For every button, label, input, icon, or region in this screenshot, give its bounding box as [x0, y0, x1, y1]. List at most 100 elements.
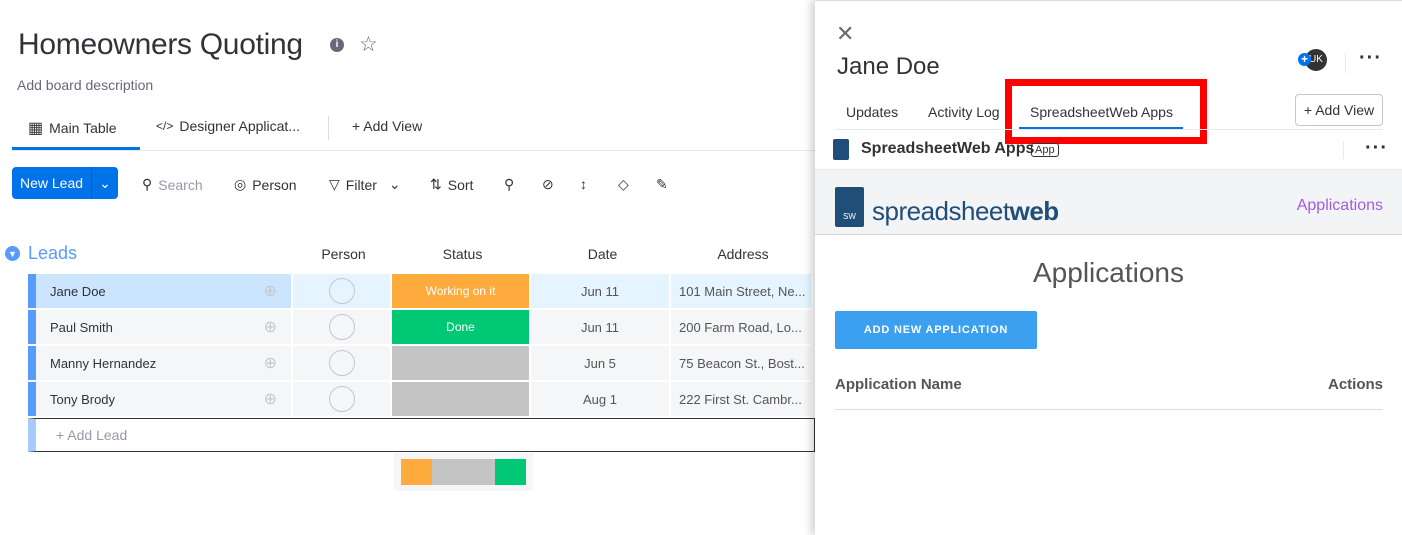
add-new-application-button[interactable]: ADD NEW APPLICATION — [835, 311, 1037, 349]
chevron-down-icon[interactable]: ⌄ — [92, 175, 118, 192]
person-cell[interactable] — [293, 274, 392, 308]
status-cell[interactable]: Done — [392, 310, 531, 344]
status-summary — [394, 453, 533, 491]
row-color-bar — [28, 346, 36, 380]
app-header: SW spreadsheetweb Applications — [815, 169, 1402, 235]
divider — [835, 409, 1383, 410]
table-row[interactable]: Jane Doe ⊕ Working on it Jun 11 101 Main … — [28, 274, 815, 308]
hide-icon[interactable]: ⊘ — [542, 176, 554, 193]
row-color-bar — [28, 274, 36, 308]
person-avatar-icon — [328, 350, 355, 376]
date-cell[interactable]: Jun 11 — [531, 310, 671, 344]
edit-icon[interactable]: ✎ — [656, 176, 668, 193]
column-header-address[interactable]: Address — [673, 246, 813, 262]
date-cell[interactable]: Jun 11 — [531, 274, 671, 308]
search-input[interactable]: ⚲ Search — [142, 176, 203, 193]
address-cell[interactable]: 75 Beacon St., Bost... — [671, 346, 813, 380]
add-view-button[interactable]: + Add View — [1295, 94, 1383, 126]
add-update-icon[interactable]: ⊕ — [264, 317, 277, 337]
row-color-bar — [28, 382, 36, 416]
applications-link[interactable]: Applications — [1297, 197, 1383, 215]
name-cell[interactable]: Tony Brody ⊕ — [36, 382, 293, 416]
collapse-icon[interactable]: ▼ — [5, 246, 20, 261]
divider — [1345, 53, 1346, 73]
table-row[interactable]: Paul Smith ⊕ Done Jun 11 200 Farm Road, L… — [28, 310, 815, 344]
column-header-status[interactable]: Status — [393, 246, 532, 262]
table-row[interactable]: Tony Brody ⊕ Aug 1 222 First St. Cambr... — [28, 382, 815, 416]
sort-button[interactable]: ⇅ Sort — [430, 176, 473, 193]
divider — [835, 129, 1383, 130]
date-cell[interactable]: Jun 5 — [531, 346, 671, 380]
spreadsheetweb-logo-icon: SW — [835, 187, 864, 227]
add-update-icon[interactable]: ⊕ — [264, 353, 277, 373]
app-name: SpreadsheetWeb Apps — [861, 140, 1035, 157]
color-fill-icon[interactable]: ◇ — [618, 176, 629, 193]
date-cell[interactable]: Aug 1 — [531, 382, 671, 416]
tab-designer[interactable]: </> Designer Applicat... — [156, 118, 300, 134]
address-cell[interactable]: 222 First St. Cambr... — [671, 382, 813, 416]
spreadsheetweb-logo: spreadsheetweb — [872, 196, 1059, 226]
name-cell[interactable]: Jane Doe ⊕ — [36, 274, 293, 308]
person-cell[interactable] — [293, 346, 392, 380]
status-summary-segment — [494, 459, 526, 485]
app-more-icon[interactable]: ··· — [1365, 137, 1388, 160]
name-cell[interactable]: Paul Smith ⊕ — [36, 310, 293, 344]
add-update-icon[interactable]: ⊕ — [264, 281, 277, 301]
applications-heading: Applications — [1033, 257, 1184, 288]
person-avatar-icon — [328, 278, 355, 304]
person-icon: ◎ — [234, 176, 247, 192]
person-avatar-icon — [328, 386, 355, 412]
tab-main-table[interactable]: ▦ Main Table — [28, 118, 117, 138]
person-cell[interactable] — [293, 310, 392, 344]
app-badge: App — [1031, 143, 1059, 157]
star-icon[interactable]: ☆ — [359, 32, 378, 57]
pin-icon[interactable]: ⚲ — [504, 176, 514, 193]
highlight-box — [1005, 79, 1207, 144]
item-title[interactable]: Jane Doe — [837, 53, 940, 81]
info-icon[interactable]: i — [330, 38, 344, 52]
board-title[interactable]: Homeowners Quoting — [18, 28, 303, 62]
filter-button[interactable]: ▽ Filter ⌄ — [329, 176, 401, 193]
add-lead-input[interactable]: + Add Lead — [28, 418, 815, 452]
column-header-actions: Actions — [1327, 376, 1383, 393]
add-subscriber-icon[interactable]: + — [1298, 53, 1311, 66]
status-cell[interactable] — [392, 382, 531, 416]
app-icon — [833, 139, 849, 160]
person-avatar-icon — [328, 314, 355, 340]
sort-icon: ⇅ — [430, 176, 442, 192]
row-height-icon[interactable]: ↕ — [580, 176, 587, 192]
name-cell[interactable]: Manny Hernandez ⊕ — [36, 346, 293, 380]
person-cell[interactable] — [293, 382, 392, 416]
address-cell[interactable]: 101 Main Street, Ne... — [671, 274, 813, 308]
active-tab-indicator — [12, 147, 140, 150]
column-header-person[interactable]: Person — [295, 246, 392, 262]
tab-activity-log[interactable]: Activity Log — [928, 104, 1000, 120]
address-cell[interactable]: 200 Farm Road, Lo... — [671, 310, 813, 344]
table-row[interactable]: Manny Hernandez ⊕ Jun 5 75 Beacon St., Bo… — [28, 346, 815, 380]
board-description[interactable]: Add board description — [17, 77, 153, 93]
status-summary-segment — [432, 459, 495, 485]
code-icon: </> — [156, 119, 174, 133]
more-options-icon[interactable]: ··· — [1359, 47, 1382, 70]
add-update-icon[interactable]: ⊕ — [264, 389, 277, 409]
add-view-button[interactable]: + Add View — [352, 118, 422, 134]
status-cell[interactable] — [392, 346, 531, 380]
table-icon: ▦ — [28, 120, 44, 137]
new-lead-button[interactable]: New Lead ⌄ — [12, 167, 118, 199]
person-filter-button[interactable]: ◎ Person — [234, 176, 297, 193]
view-tabs: ▦ Main Table </> Designer Applicat... + Ad… — [12, 108, 815, 151]
item-panel: ✕ Jane Doe + UK ··· Updates Activity Log… — [815, 0, 1402, 535]
status-summary-segment — [401, 459, 433, 485]
status-cell[interactable]: Working on it — [392, 274, 531, 308]
filter-icon: ▽ — [329, 176, 340, 192]
column-header-application-name: Application Name — [835, 376, 962, 393]
column-header-date[interactable]: Date — [533, 246, 672, 262]
group-header[interactable]: ▼ Leads — [5, 243, 77, 264]
chevron-down-icon[interactable]: ⌄ — [389, 176, 401, 193]
tab-updates[interactable]: Updates — [846, 104, 898, 120]
search-icon: ⚲ — [142, 176, 153, 192]
divider — [328, 116, 329, 140]
divider — [1343, 141, 1344, 159]
row-color-bar — [28, 310, 36, 344]
close-icon[interactable]: ✕ — [836, 21, 854, 47]
